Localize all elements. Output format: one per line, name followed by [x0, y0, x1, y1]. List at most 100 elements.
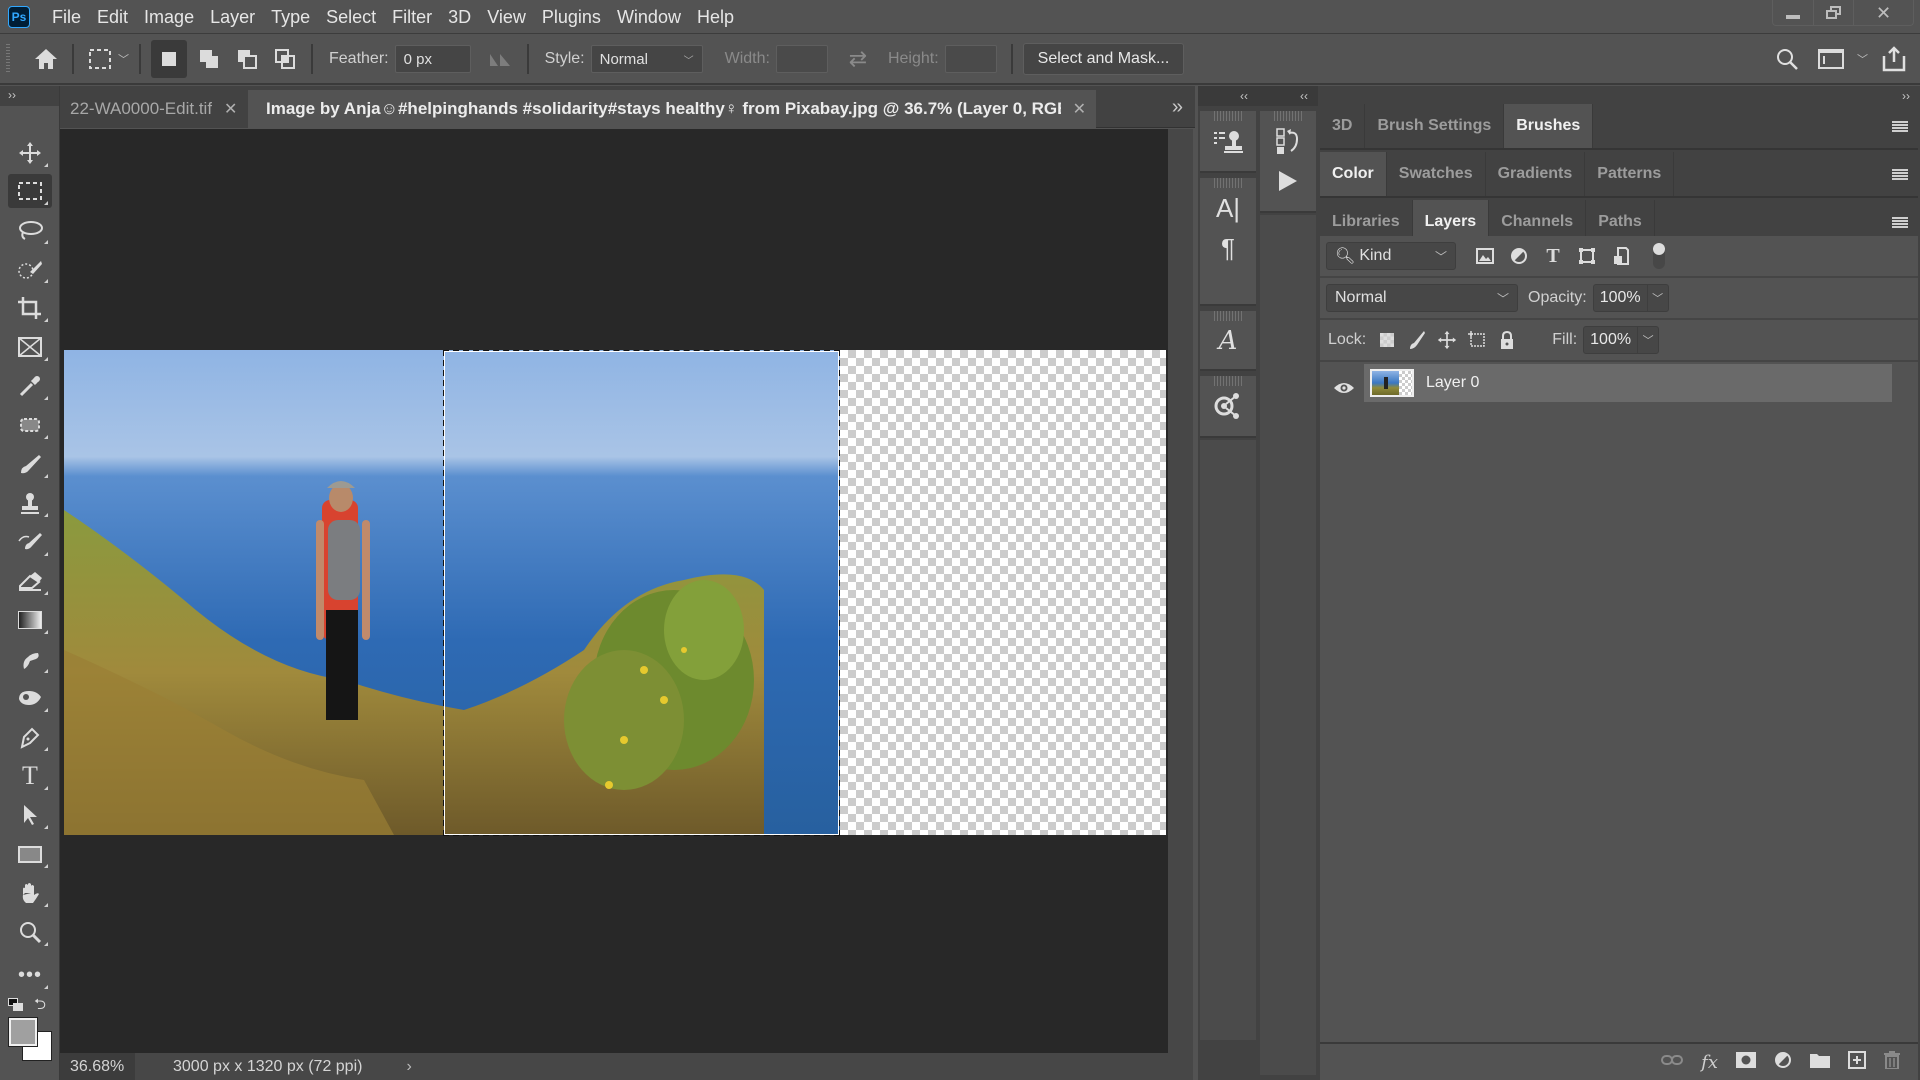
blend-mode-dropdown[interactable]: Normal ﹀	[1326, 284, 1518, 312]
menu-layer[interactable]: Layer	[202, 0, 263, 34]
filter-smart-object-button[interactable]	[1606, 241, 1636, 271]
panel-grip[interactable]	[1214, 178, 1242, 188]
default-colors-button[interactable]	[8, 998, 24, 1012]
tab-patterns[interactable]: Patterns	[1585, 152, 1675, 196]
tab-swatches[interactable]: Swatches	[1387, 152, 1486, 196]
character-panel-button[interactable]: A|	[1200, 188, 1256, 228]
panel-grip[interactable]	[1214, 311, 1242, 321]
marquee-selection[interactable]	[443, 350, 840, 836]
tool-preset-picker[interactable]	[84, 43, 116, 75]
filter-toggle[interactable]	[1653, 243, 1665, 269]
edit-toolbar-button[interactable]: •••	[8, 958, 52, 992]
chevron-down-icon[interactable]: ﹀	[1857, 51, 1868, 67]
menu-plugins[interactable]: Plugins	[534, 0, 609, 34]
close-tab-icon[interactable]: ✕	[1073, 99, 1086, 119]
hand-tool[interactable]	[8, 876, 52, 910]
height-input[interactable]	[944, 45, 997, 73]
tab-color[interactable]: Color	[1320, 152, 1387, 196]
home-button[interactable]	[30, 43, 62, 75]
document-tab-active[interactable]: Image by Anja☺#helpinghands #solidarity#…	[248, 90, 1096, 128]
new-selection-button[interactable]	[151, 40, 187, 78]
frame-tool[interactable]	[8, 330, 52, 364]
actions-panel-button[interactable]	[1260, 161, 1316, 201]
zoom-level-field[interactable]: 36.68%	[60, 1053, 135, 1080]
new-layer-button[interactable]	[1848, 1050, 1866, 1074]
panel-grip[interactable]	[1274, 111, 1302, 121]
chevron-down-icon[interactable]: ﹀	[1648, 290, 1668, 306]
rectangle-tool[interactable]	[8, 837, 52, 871]
status-menu-button[interactable]: ›	[406, 1058, 411, 1076]
lock-artboard-button[interactable]	[1462, 325, 1492, 355]
link-layers-button[interactable]	[1661, 1053, 1684, 1072]
tab-gradients[interactable]: Gradients	[1486, 152, 1586, 196]
spot-healing-brush-tool[interactable]	[8, 408, 52, 442]
add-to-selection-button[interactable]	[193, 43, 225, 75]
lock-position-button[interactable]	[1432, 325, 1462, 355]
crop-tool[interactable]	[8, 291, 52, 325]
menu-window[interactable]: Window	[609, 0, 689, 34]
eraser-tool[interactable]	[8, 564, 52, 598]
layer-visibility-toggle[interactable]	[1326, 370, 1362, 406]
history-brush-tool[interactable]	[8, 525, 52, 559]
document-tab[interactable]: 22-WA0000-Edit.tif ✕	[60, 90, 248, 128]
vertical-scrollbar[interactable]	[1168, 129, 1193, 1053]
share-button[interactable]	[1878, 43, 1910, 75]
pen-tool[interactable]	[8, 720, 52, 754]
collapse-dock-button[interactable]: ‹‹	[1258, 86, 1318, 106]
collapse-dock-button[interactable]: ‹‹	[1198, 86, 1258, 106]
options-bar-grip[interactable]	[6, 44, 10, 74]
filter-type-button[interactable]: T	[1538, 241, 1568, 271]
expand-panels-button[interactable]: ››	[1318, 86, 1920, 106]
foreground-color-swatch[interactable]	[8, 1017, 38, 1047]
opacity-value[interactable]: 100%	[1594, 285, 1648, 311]
collapse-toolbar-button[interactable]: ››	[0, 86, 59, 106]
eyedropper-tool[interactable]	[8, 369, 52, 403]
swap-colors-button[interactable]: ⮌	[34, 994, 46, 1019]
menu-help[interactable]: Help	[689, 0, 742, 34]
filter-shape-button[interactable]	[1572, 241, 1602, 271]
lock-all-button[interactable]	[1492, 325, 1522, 355]
menu-filter[interactable]: Filter	[384, 0, 440, 34]
tab-brushes[interactable]: Brushes	[1504, 104, 1594, 148]
type-tool[interactable]: T	[8, 759, 52, 793]
intersect-selection-button[interactable]	[269, 43, 301, 75]
zoom-tool[interactable]	[8, 915, 52, 949]
paragraph-panel-button[interactable]: ¶	[1200, 228, 1256, 268]
quick-selection-tool[interactable]	[8, 252, 52, 286]
tab-3d[interactable]: 3D	[1320, 104, 1366, 148]
new-group-button[interactable]	[1810, 1052, 1830, 1073]
anti-alias-toggle[interactable]	[485, 43, 517, 75]
select-and-mask-button[interactable]: Select and Mask...	[1022, 43, 1185, 75]
minimize-button[interactable]	[1773, 0, 1813, 26]
menu-edit[interactable]: Edit	[89, 0, 136, 34]
panel-grip[interactable]	[1214, 376, 1242, 386]
dodge-tool[interactable]	[8, 681, 52, 715]
more-tabs-button[interactable]: »	[1172, 96, 1183, 119]
delete-layer-button[interactable]	[1884, 1050, 1900, 1074]
learn-panel-button[interactable]	[1200, 386, 1256, 426]
layer-style-button[interactable]: fx	[1701, 1052, 1718, 1073]
panel-menu-icon[interactable]	[1892, 169, 1908, 181]
tab-brush-settings[interactable]: Brush Settings	[1365, 104, 1505, 148]
lasso-tool[interactable]	[8, 213, 52, 247]
filter-kind-dropdown[interactable]: 🔍︎ Kind ﹀	[1326, 242, 1456, 270]
subtract-from-selection-button[interactable]	[231, 43, 263, 75]
lock-image-pixels-button[interactable]	[1402, 325, 1432, 355]
rectangular-marquee-tool[interactable]	[8, 174, 52, 208]
filter-pixel-button[interactable]	[1470, 241, 1500, 271]
brush-tool[interactable]	[8, 447, 52, 481]
move-tool[interactable]	[8, 136, 52, 170]
restore-button[interactable]	[1813, 0, 1853, 26]
layer-name[interactable]: Layer 0	[1426, 374, 1479, 392]
history-panel-button[interactable]	[1260, 121, 1316, 161]
menu-select[interactable]: Select	[318, 0, 384, 34]
close-button[interactable]: ✕	[1853, 0, 1913, 26]
layer-row[interactable]: Layer 0	[1364, 364, 1892, 402]
panel-menu-icon[interactable]	[1892, 121, 1908, 133]
blur-tool[interactable]	[8, 642, 52, 676]
menu-image[interactable]: Image	[136, 0, 202, 34]
clone-source-panel-button[interactable]	[1200, 121, 1256, 161]
new-adjustment-layer-button[interactable]	[1774, 1051, 1792, 1074]
chevron-down-icon[interactable]: ﹀	[118, 51, 129, 67]
glyphs-panel-button[interactable]: A	[1200, 321, 1256, 361]
